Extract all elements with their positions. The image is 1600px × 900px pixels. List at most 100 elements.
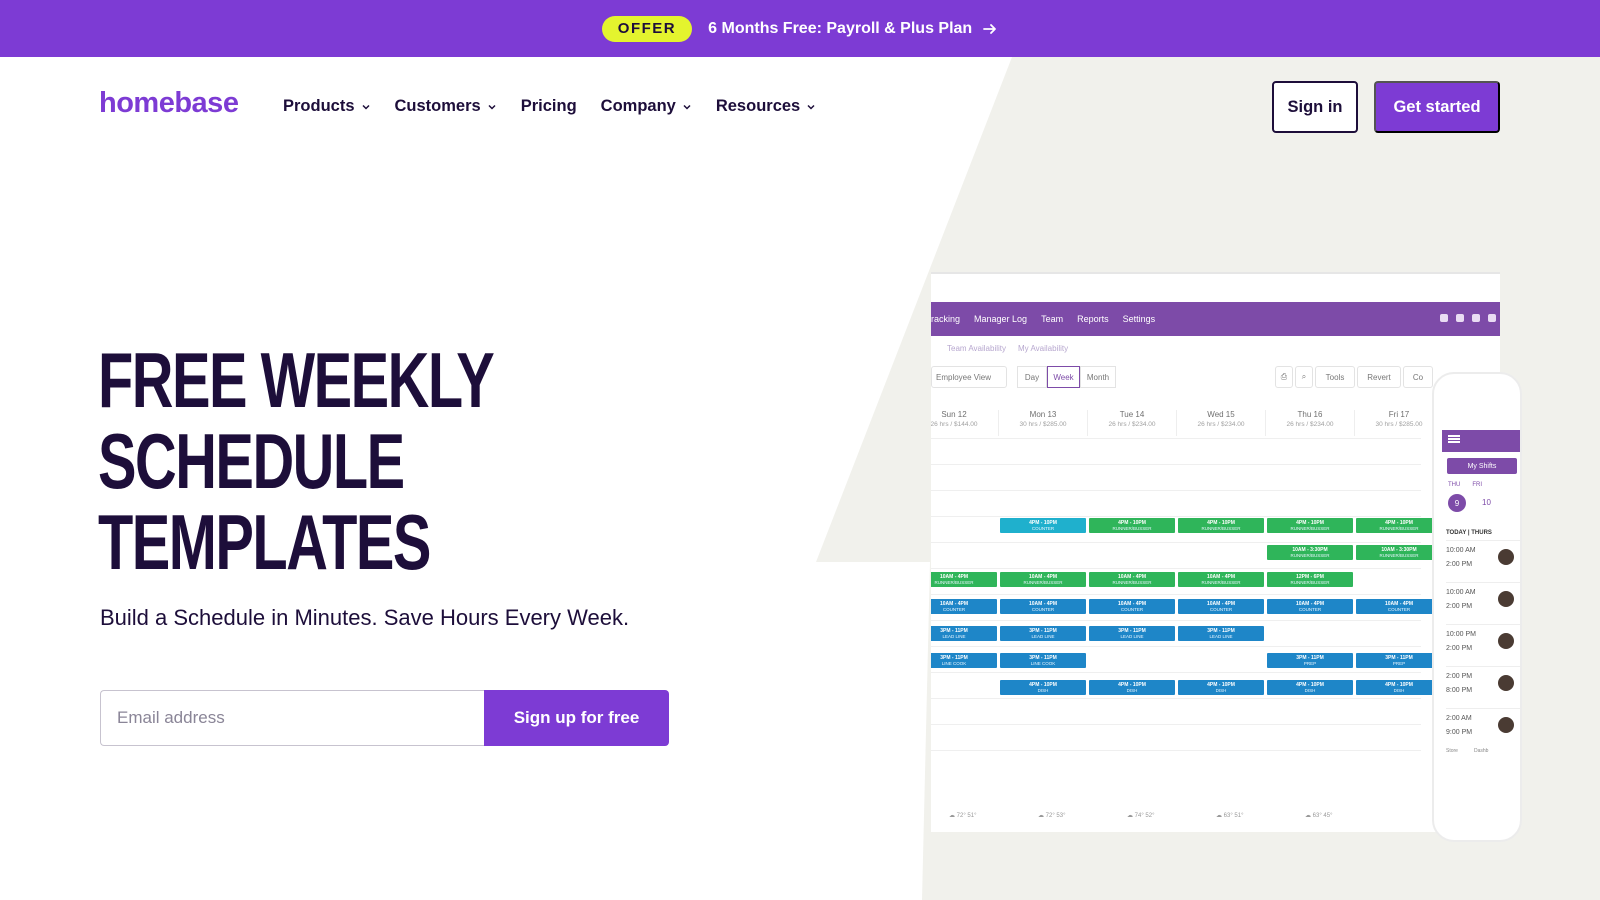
shift-start: 10:00 PM [1446,631,1476,638]
phone-screen: My Shifts THU FRI 9 10 TODAY | THURS 10:… [1442,430,1520,790]
day-name: Thu 16 [1297,410,1323,419]
phone-shift: 10:00 AM 2:00 PM [1446,540,1520,582]
shift-block: 10AM - 4PM COUNTER [1089,599,1175,614]
grid-row-line [931,672,1421,673]
sign-in-button[interactable]: Sign in [1272,81,1358,133]
avatar [1498,549,1514,565]
revert-button: Revert [1357,366,1401,388]
sub-tab: My Availability [1018,344,1069,353]
chevron-down-icon [807,104,815,110]
shift-block: 4PM - 10PM DISH [1356,680,1442,695]
chevron-down-icon [361,104,370,110]
shift-role: COUNTER [1298,607,1322,612]
shift-block: 10AM - 4PM RUNNER/BUSSER [1178,572,1264,587]
promo-link[interactable]: 6 Months Free: Payroll & Plus Plan [708,20,998,38]
shift-block: 3PM - 11PM PREP [1356,653,1442,668]
promo-text: 6 Months Free: Payroll & Plus Plan [708,19,973,37]
phone-header [1442,430,1520,452]
shift-role: COUNTER [942,607,966,612]
shift-role: COUNTER [1031,526,1055,531]
next-date: 10 [1482,498,1491,507]
shift-block: 10AM - 4PM COUNTER [1356,599,1442,614]
shift-role: COUNTER [1387,607,1411,612]
weather-forecast: ☁ 74° 52° [1127,813,1155,819]
day-hours: 26 hrs / $234.00 [1286,421,1334,428]
day-header: Tue 14 26 hrs / $234.00 [1087,410,1176,436]
nav-item-label: Products [283,97,355,115]
shift-block: 4PM - 10PM DISH [1089,680,1175,695]
nav-item-customers[interactable]: Customers [395,97,497,116]
shift-block: 10AM - 4PM RUNNER/BUSSER [931,572,997,587]
homebase-logo[interactable]: homebase [99,87,239,120]
nav-item-resources[interactable]: Resources [716,97,816,116]
avatar [1498,717,1514,733]
offer-badge: OFFER [601,15,693,42]
chat-icon [1456,314,1464,322]
nav-item-company[interactable]: Company [601,97,692,116]
avatar [1498,633,1514,649]
search-icon: ⌕ [1295,366,1313,388]
shift-role: LEAD LINE [942,634,966,639]
app-tab: racking [931,314,961,324]
day-hours: 26 hrs / $234.00 [1108,421,1156,428]
shift-block: 10AM - 4PM RUNNER/BUSSER [1000,572,1086,587]
day-name: Tue 14 [1119,410,1145,419]
schedule-toolbar: Employee View Day Week Month ⎙ ⌕ Tools R… [931,366,1500,390]
shift-start: 10:00 AM [1446,547,1476,554]
shift-block: 4PM - 10PM RUNNER/BUSSER [1089,518,1175,533]
day-hours: 30 hrs / $285.00 [1019,421,1067,428]
day-name: Wed 15 [1207,410,1235,419]
shift-role: DISH [1304,688,1316,693]
shift-block: 3PM - 11PM LINE COOK [1000,653,1086,668]
grid-row-line [931,646,1421,647]
shift-start: 2:00 PM [1446,673,1473,680]
app-tab: Team [1041,314,1064,324]
shift-block: 3PM - 11PM LINE COOK [931,653,997,668]
shift-role: LINE COOK [1030,661,1056,666]
shift-role: RUNNER/BUSSER [1379,526,1419,531]
day-header: Wed 15 26 hrs / $234.00 [1176,410,1265,436]
day-header: Sun 12 26 hrs / $144.00 [931,410,998,436]
phone-shift: 2:00 PM 8:00 PM [1446,666,1520,708]
my-shifts-tab: My Shifts [1447,458,1517,474]
shift-block: 10AM - 4PM RUNNER/BUSSER [1089,572,1175,587]
shift-block: 3PM - 11PM LEAD LINE [1089,626,1175,641]
shift-role: PREP [1392,661,1406,666]
day-hours: 30 hrs / $285.00 [1375,421,1423,428]
megaphone-icon [1488,314,1496,322]
arrow-right-icon [983,23,997,34]
nav-menu: Products Customers Pricing Company Resou… [283,97,816,116]
sub-tab: Team Availability [947,344,1006,353]
get-started-button[interactable]: Get started [1374,81,1500,133]
weekday-label: THU [1448,482,1461,488]
menu-icon [1448,438,1460,440]
copy-button: Co [1403,366,1433,388]
email-field[interactable] [100,690,484,746]
shift-role: RUNNER/BUSSER [1112,526,1152,531]
grid-row-line [931,516,1421,517]
shift-end: 8:00 PM [1446,687,1473,694]
phone-shift: 10:00 AM 2:00 PM [1446,582,1520,624]
day-hours: 26 hrs / $144.00 [931,421,978,428]
shift-role: RUNNER/BUSSER [1290,553,1330,558]
title-line: TEMPLATES [98,498,431,586]
shift-block: 3PM - 11PM PREP [1267,653,1353,668]
shift-block: 10AM - 4PM COUNTER [1267,599,1353,614]
chevron-down-icon [683,104,691,110]
nav-item-products[interactable]: Products [283,97,371,116]
promo-banner[interactable]: OFFER 6 Months Free: Payroll & Plus Plan [0,0,1600,57]
sign-up-button[interactable]: Sign up for free [484,690,669,746]
sub-tabs: Team Availability My Availability [931,344,1068,353]
shift-block: 4PM - 10PM DISH [1000,680,1086,695]
shift-role: RUNNER/BUSSER [934,580,974,585]
view-select: Employee View [931,366,1007,388]
weather-forecast: ☁ 63° 45° [1305,813,1333,819]
weather-forecast: ☁ 72° 51° [949,813,977,819]
schedule-screenshot: racking Manager Log Team Reports Setting… [931,272,1500,832]
nav-item-pricing[interactable]: Pricing [521,97,577,116]
footer-tab: Store [1446,748,1458,754]
shift-role: RUNNER/BUSSER [1379,553,1419,558]
week-view-button: Week [1047,366,1080,388]
shift-role: LINE COOK [941,661,967,666]
app-tab: Manager Log [974,314,1028,324]
